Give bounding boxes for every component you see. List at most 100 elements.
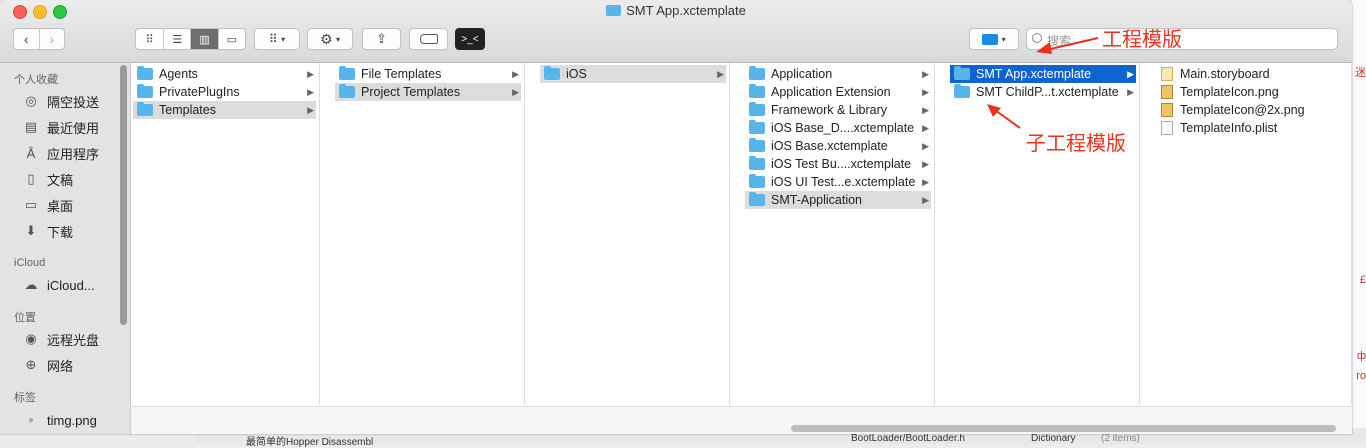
folder-item[interactable]: Agents ▶ bbox=[133, 65, 316, 83]
file-icon bbox=[1161, 103, 1173, 117]
folder-item[interactable]: Application ▶ bbox=[745, 65, 931, 83]
sidebar-item-downloads[interactable]: ⬇ 下载 bbox=[22, 221, 73, 241]
folder-icon bbox=[749, 156, 765, 170]
sidebar-item-airdrop[interactable]: ◎ 隔空投送 bbox=[22, 91, 99, 111]
folder-item[interactable]: Framework & Library ▶ bbox=[745, 101, 931, 119]
sidebar-section-locations: 位置 bbox=[14, 312, 36, 324]
disclosure-arrow-icon: ▶ bbox=[512, 86, 519, 97]
file-icon bbox=[1161, 67, 1173, 81]
sidebar-scrollbar[interactable] bbox=[120, 65, 127, 325]
folder-item[interactable]: Templates ▶ bbox=[133, 101, 316, 119]
folder-icon bbox=[749, 174, 765, 188]
disclosure-arrow-icon: ▶ bbox=[1127, 68, 1134, 79]
item-label: Agents bbox=[159, 67, 198, 81]
item-label: TemplateInfo.plist bbox=[1180, 121, 1278, 135]
item-label: Application bbox=[771, 67, 833, 81]
column-view-button[interactable]: ▥ bbox=[191, 29, 219, 49]
item-label: Framework & Library bbox=[771, 103, 887, 117]
folder-item[interactable]: SMT App.xctemplate ▶ bbox=[950, 65, 1136, 83]
tag-button[interactable] bbox=[409, 28, 448, 50]
list-view-button[interactable]: ☰ bbox=[164, 29, 192, 49]
chevron-left-icon: ‹ bbox=[23, 31, 29, 47]
file-icon bbox=[1161, 121, 1173, 135]
folder-menu-button[interactable]: ▾ bbox=[969, 28, 1019, 50]
sidebar-item-remote-disc[interactable]: ◉ 远程光盘 bbox=[22, 329, 99, 349]
folder-item[interactable]: Project Templates ▶ bbox=[335, 83, 521, 101]
sidebar-section-favorites: 个人收藏 bbox=[14, 74, 58, 86]
item-label: SMT-Application bbox=[771, 193, 863, 207]
sidebar-item-documents[interactable]: ▯ 文稿 bbox=[22, 169, 73, 189]
sidebar-item-applications[interactable]: Å 应用程序 bbox=[22, 143, 99, 163]
folder-item[interactable]: iOS Base_D....xctemplate ▶ bbox=[745, 119, 931, 137]
item-label: iOS Base.xctemplate bbox=[771, 139, 888, 153]
disclosure-arrow-icon: ▶ bbox=[307, 86, 314, 97]
disclosure-arrow-icon: ▶ bbox=[512, 68, 519, 79]
file-item[interactable]: TemplateIcon.png bbox=[1155, 83, 1348, 101]
item-label: SMT ChildP...t.xctemplate bbox=[976, 85, 1119, 99]
search-field[interactable]: 搜索 bbox=[1026, 28, 1338, 50]
background-text: 最简单的Hopper Disassembl bbox=[246, 437, 374, 448]
desktop-icon: ▭ bbox=[24, 197, 38, 212]
item-label: TemplateIcon.png bbox=[1180, 85, 1279, 99]
disclosure-arrow-icon: ▶ bbox=[1127, 86, 1134, 97]
folder-item[interactable]: iOS ▶ bbox=[540, 65, 726, 83]
disclosure-arrow-icon: ▶ bbox=[922, 104, 929, 115]
icon-view-button[interactable]: ⠿ bbox=[136, 29, 165, 49]
folder-item[interactable]: iOS UI Test...e.xctemplate ▶ bbox=[745, 173, 931, 191]
disclosure-arrow-icon: ▶ bbox=[922, 194, 929, 205]
disc-icon: ◉ bbox=[25, 331, 37, 346]
share-button[interactable]: ⇪ bbox=[362, 28, 401, 50]
folder-item[interactable]: File Templates ▶ bbox=[335, 65, 521, 83]
folder-item[interactable]: PrivatePlugIns ▶ bbox=[133, 83, 316, 101]
chevron-down-icon: ▾ bbox=[281, 34, 286, 44]
share-icon: ⇪ bbox=[376, 31, 387, 46]
folder-item[interactable]: Application Extension ▶ bbox=[745, 83, 931, 101]
folder-icon bbox=[954, 66, 970, 80]
folder-icon bbox=[137, 66, 153, 80]
sidebar: 个人收藏 ◎ 隔空投送 ▤ 最近使用 Å 应用程序 ▯ 文稿 ▭ 桌面 ⬇ 下载 iClou… bbox=[0, 63, 131, 434]
horizontal-scrollbar[interactable] bbox=[791, 425, 1336, 432]
disclosure-arrow-icon: ▶ bbox=[922, 86, 929, 97]
sidebar-item-network[interactable]: ⊕ 网络 bbox=[22, 355, 73, 375]
horizontal-scroll-area bbox=[131, 406, 1352, 434]
disclosure-arrow-icon: ▶ bbox=[922, 158, 929, 169]
item-label: iOS bbox=[566, 67, 587, 81]
disclosure-arrow-icon: ▶ bbox=[922, 68, 929, 79]
folder-item[interactable]: SMT-Application ▶ bbox=[745, 191, 931, 209]
item-label: Templates bbox=[159, 103, 216, 117]
action-button[interactable]: ⚙ ▾ bbox=[307, 28, 353, 50]
search-placeholder: 搜索 bbox=[1047, 34, 1072, 48]
sidebar-item-tag[interactable]: ● timg.png bbox=[22, 410, 97, 430]
back-button[interactable]: ‹ bbox=[14, 29, 40, 49]
file-item[interactable]: Main.storyboard bbox=[1155, 65, 1348, 83]
terminal-button[interactable]: >_< bbox=[455, 28, 485, 50]
file-item[interactable]: TemplateInfo.plist bbox=[1155, 119, 1348, 137]
sidebar-item-recents[interactable]: ▤ 最近使用 bbox=[22, 117, 99, 137]
folder-item[interactable]: iOS Test Bu....xctemplate ▶ bbox=[745, 155, 931, 173]
folder-icon bbox=[339, 84, 355, 98]
group-by-button[interactable]: ⠿ ▾ bbox=[254, 28, 300, 50]
gallery-view-button[interactable]: ▭ bbox=[219, 29, 245, 49]
annotation-project-template: 工程模版 bbox=[1102, 27, 1182, 51]
item-label: iOS UI Test...e.xctemplate bbox=[771, 175, 916, 189]
annotation-child-template: 子工程模版 bbox=[1026, 131, 1126, 155]
item-label: Application Extension bbox=[771, 85, 891, 99]
folder-icon bbox=[954, 84, 970, 98]
chevron-right-icon: › bbox=[49, 31, 55, 47]
sidebar-item-desktop[interactable]: ▭ 桌面 bbox=[22, 195, 73, 215]
recents-icon: ▤ bbox=[24, 119, 38, 134]
list-icon: ☰ bbox=[172, 33, 183, 46]
file-item[interactable]: TemplateIcon@2x.png bbox=[1155, 101, 1348, 119]
sidebar-item-icloud[interactable]: ☁ iCloud... bbox=[22, 275, 95, 295]
background-text: BootLoader/BootLoader.h bbox=[851, 433, 965, 444]
background-text: (2 items) bbox=[1101, 433, 1140, 444]
folder-item[interactable]: iOS Base.xctemplate ▶ bbox=[745, 137, 931, 155]
document-icon: ▯ bbox=[27, 171, 35, 186]
column-2: File Templates ▶ Project Templates ▶ bbox=[333, 63, 525, 405]
folder-icon bbox=[749, 120, 765, 134]
folder-item[interactable]: SMT ChildP...t.xctemplate ▶ bbox=[950, 83, 1136, 101]
column-6: Main.storyboard TemplateIcon.png TemplateI… bbox=[1153, 63, 1352, 405]
forward-button[interactable]: › bbox=[40, 29, 65, 49]
network-icon: ⊕ bbox=[25, 357, 37, 372]
disclosure-arrow-icon: ▶ bbox=[922, 140, 929, 151]
